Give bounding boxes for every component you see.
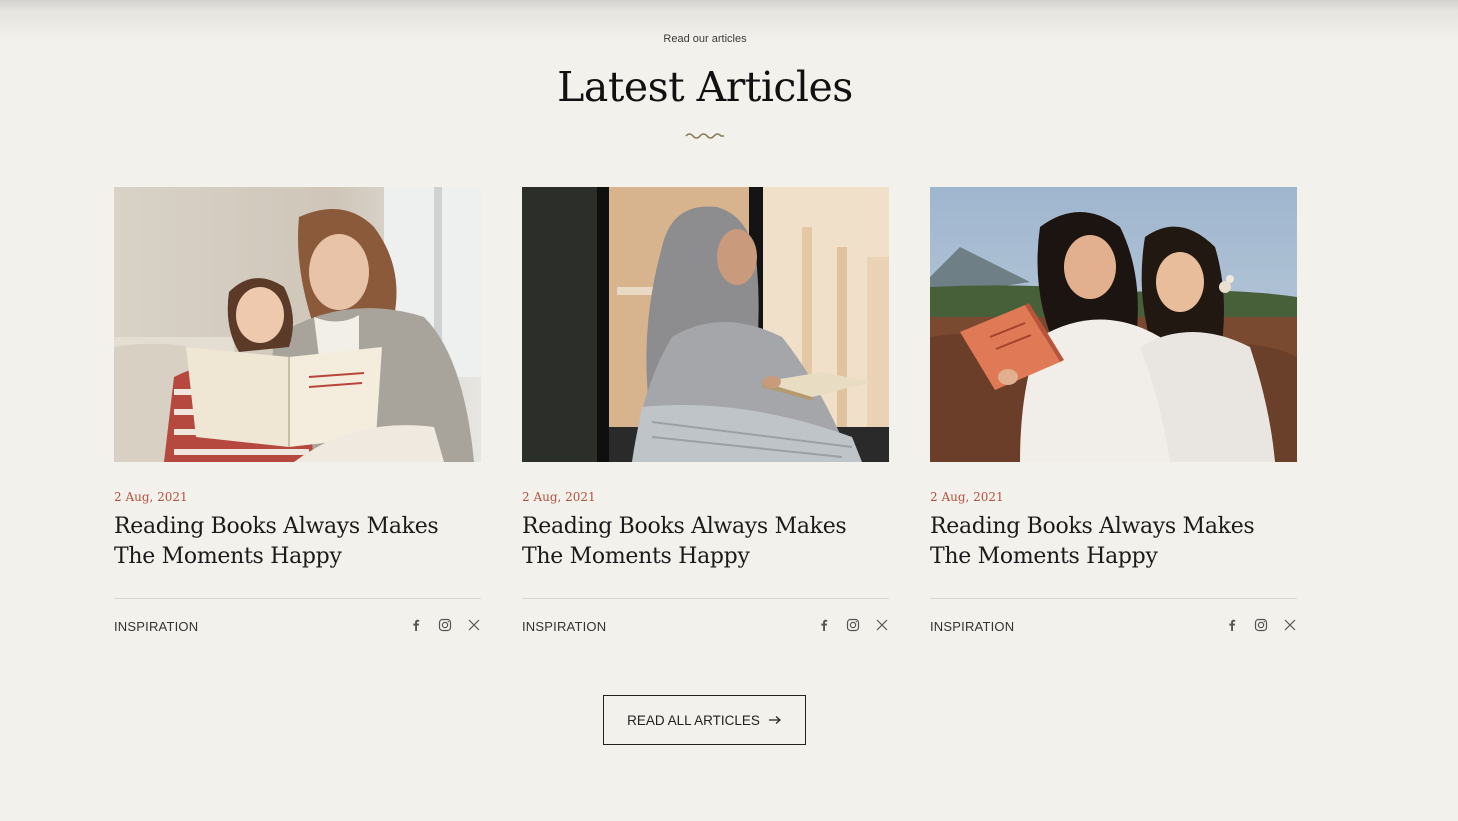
article-date: 2 Aug, 2021 (114, 490, 188, 504)
facebook-icon[interactable] (817, 618, 831, 632)
facebook-icon[interactable] (409, 618, 423, 632)
instagram-icon[interactable] (438, 618, 452, 632)
article-title[interactable]: Reading Books Always Makes The Moments H… (930, 512, 1297, 572)
article-category[interactable]: INSPIRATION (522, 619, 606, 634)
section-eyebrow: Read our articles (663, 33, 747, 45)
article-card[interactable]: 2 Aug, 2021 Reading Books Always Makes T… (114, 187, 481, 639)
article-title[interactable]: Reading Books Always Makes The Moments H… (114, 512, 481, 572)
article-meta: INSPIRATION (930, 599, 1297, 639)
article-category[interactable]: INSPIRATION (930, 619, 1014, 634)
arrow-right-icon (768, 716, 781, 724)
read-all-articles-label: READ ALL ARTICLES (627, 712, 760, 728)
article-meta: INSPIRATION (114, 599, 481, 639)
article-title[interactable]: Reading Books Always Makes The Moments H… (522, 512, 889, 572)
social-share-links (1225, 618, 1297, 632)
article-image[interactable] (930, 187, 1297, 462)
article-card[interactable]: 2 Aug, 2021 Reading Books Always Makes T… (522, 187, 889, 639)
x-icon[interactable] (1283, 618, 1297, 632)
instagram-icon[interactable] (846, 618, 860, 632)
instagram-icon[interactable] (1254, 618, 1268, 632)
article-meta: INSPIRATION (522, 599, 889, 639)
article-date: 2 Aug, 2021 (522, 490, 596, 504)
social-share-links (409, 618, 481, 632)
article-photo-woman-hijab (522, 187, 889, 462)
x-icon[interactable] (467, 618, 481, 632)
article-photo-two-women-outdoors (930, 187, 1297, 462)
facebook-icon[interactable] (1225, 618, 1239, 632)
article-date: 2 Aug, 2021 (930, 490, 1004, 504)
article-image[interactable] (522, 187, 889, 462)
article-card[interactable]: 2 Aug, 2021 Reading Books Always Makes T… (930, 187, 1297, 639)
section-title: Latest Articles (557, 63, 853, 111)
squiggle-divider-icon (685, 133, 724, 139)
article-photo-mother-daughter (114, 187, 481, 462)
article-category[interactable]: INSPIRATION (114, 619, 198, 634)
social-share-links (817, 618, 889, 632)
read-all-articles-button[interactable]: READ ALL ARTICLES (603, 695, 806, 745)
article-image[interactable] (114, 187, 481, 462)
x-icon[interactable] (875, 618, 889, 632)
